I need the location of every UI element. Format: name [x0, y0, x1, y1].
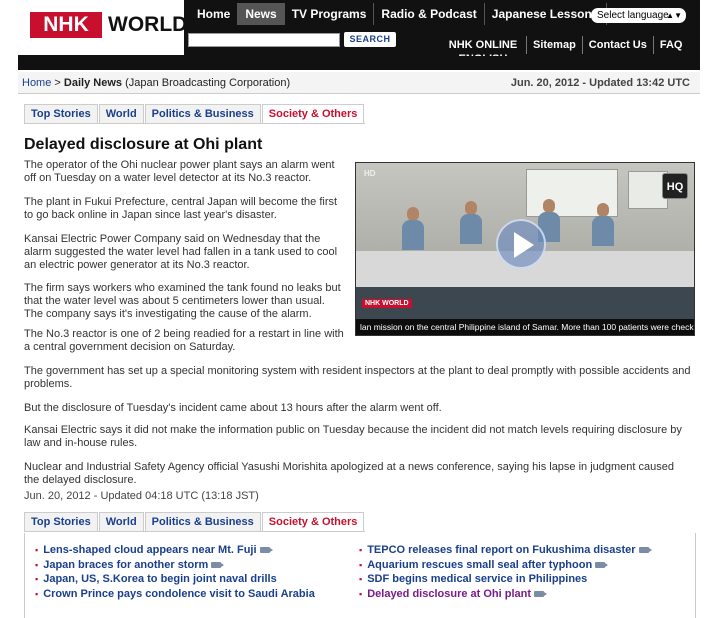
page-updated-date: Jun. 20, 2012 - Updated 13:42 UTC: [510, 77, 690, 89]
nav-radio-podcast[interactable]: Radio & Podcast: [374, 3, 485, 25]
tab-politics-business[interactable]: Politics & Business: [144, 104, 261, 123]
bullet-icon: ▪: [359, 574, 363, 584]
related-news-list-left: ▪ Lens-shaped cloud appears near Mt. Fuji…: [35, 543, 315, 601]
article-paragraph: The operator of the Ohi nuclear power pl…: [24, 159, 335, 184]
logo-world-text: WORLD: [108, 13, 188, 36]
play-button[interactable]: [496, 219, 546, 269]
news-list-item[interactable]: ▪ SDF begins medical service in Philippin…: [359, 572, 649, 587]
breadcrumb-daily-news[interactable]: Daily News: [64, 77, 122, 89]
bullet-icon: ▪: [359, 545, 363, 555]
article-date: Jun. 20, 2012 - Updated 04:18 UTC (13:18…: [24, 490, 259, 502]
article-title: Delayed disclosure at Ohi plant: [24, 136, 263, 153]
news-link[interactable]: Japan, US, S.Korea to begin joint naval …: [43, 572, 277, 587]
related-news-panel: ▪ Lens-shaped cloud appears near Mt. Fuji…: [24, 533, 696, 618]
video-camera-icon: [638, 547, 652, 554]
tab-top-stories[interactable]: Top Stories: [24, 512, 98, 531]
top-navigation: Home News TV Programs Radio & Podcast Ja…: [190, 3, 607, 25]
language-select-value: Select language: [597, 10, 669, 21]
breadcrumb-bar: Home > Daily News (Japan Broadcasting Co…: [18, 72, 700, 94]
news-list-item[interactable]: ▪ Japan, US, S.Korea to begin joint naval…: [35, 572, 315, 587]
nav-home[interactable]: Home: [190, 3, 239, 25]
news-link[interactable]: TEPCO releases final report on Fukushima…: [367, 543, 635, 558]
search-button[interactable]: SEARCH: [344, 32, 396, 47]
tab-world[interactable]: World: [98, 512, 144, 531]
tab-politics-business[interactable]: Politics & Business: [144, 512, 261, 531]
breadcrumb: Home > Daily News (Japan Broadcasting Co…: [22, 72, 290, 94]
video-player[interactable]: HD HQ NHK WORLD lan mission on the centr…: [355, 162, 695, 336]
news-list-item[interactable]: ▪ Japan braces for another storm: [35, 558, 315, 573]
hq-toggle-button[interactable]: HQ: [662, 173, 688, 199]
news-list-item[interactable]: ▪ TEPCO releases final report on Fukushim…: [359, 543, 652, 558]
nav-news[interactable]: News: [238, 3, 285, 25]
article-paragraph: Nuclear and Industrial Safety Agency off…: [24, 461, 674, 486]
nav-tv-programs[interactable]: TV Programs: [285, 3, 375, 25]
tab-top-stories[interactable]: Top Stories: [24, 104, 98, 123]
chevron-updown-icon: ▲▼: [666, 11, 682, 20]
news-link[interactable]: SDF begins medical service in Philippine…: [367, 572, 587, 587]
news-list-item[interactable]: ▪ Aquarium rescues small seal after typho…: [359, 558, 649, 573]
category-tabs-bottom: Top Stories World Politics & Business So…: [24, 512, 366, 532]
nhk-world-logo[interactable]: NHK WORLD: [18, 0, 188, 55]
nav-faq[interactable]: FAQ: [652, 36, 689, 54]
play-icon: [514, 232, 534, 258]
search-input[interactable]: [188, 33, 340, 47]
tab-society-others[interactable]: Society & Others: [261, 104, 365, 123]
article-paragraph: The government has set up a special moni…: [24, 365, 691, 390]
logo-nhk-mark: NHK: [30, 12, 102, 38]
news-link[interactable]: Delayed disclosure at Ohi plant: [367, 587, 531, 602]
article-paragraph: Kansai Electric says it did not make the…: [24, 424, 682, 449]
bullet-icon: ▪: [359, 588, 363, 599]
nav-contact-us[interactable]: Contact Us: [581, 36, 653, 54]
article-paragraph: The No.3 reactor is one of 2 being readi…: [24, 328, 344, 353]
bullet-icon: ▪: [35, 574, 39, 584]
news-link[interactable]: Crown Prince pays condolence visit to Sa…: [43, 587, 315, 602]
nav-sitemap[interactable]: Sitemap: [526, 36, 582, 54]
video-frame-person: [592, 203, 614, 247]
video-ticker: lan mission on the central Philippine is…: [356, 319, 694, 335]
video-camera-icon: [259, 547, 273, 554]
article-paragraph: The firm says workers who examined the t…: [24, 282, 341, 320]
news-link[interactable]: Lens-shaped cloud appears near Mt. Fuji: [43, 543, 256, 558]
article-paragraph: The plant in Fukui Prefecture, central J…: [24, 196, 338, 221]
tab-society-others[interactable]: Society & Others: [261, 512, 365, 531]
video-camera-icon: [595, 561, 609, 568]
news-list-item[interactable]: ▪ Delayed disclosure at Ohi plant: [359, 587, 649, 602]
article-paragraph: But the disclosure of Tuesday's incident…: [24, 402, 442, 414]
video-frame-person: [460, 201, 482, 245]
breadcrumb-org: (Japan Broadcasting Corporation): [125, 77, 291, 89]
news-link[interactable]: Aquarium rescues small seal after typhoo…: [367, 558, 592, 573]
breadcrumb-home[interactable]: Home: [22, 77, 51, 89]
video-nhk-badge: NHK WORLD: [362, 299, 412, 308]
sub-navigation: Sitemap Contact Us FAQ: [526, 36, 688, 54]
bullet-icon: ▪: [359, 559, 363, 570]
news-link[interactable]: Japan braces for another storm: [43, 558, 208, 573]
bullet-icon: ▪: [35, 545, 39, 555]
language-select[interactable]: Select language ▲▼: [591, 8, 686, 23]
article-paragraph: Kansai Electric Power Company said on We…: [24, 233, 338, 271]
video-camera-icon: [534, 590, 548, 597]
video-camera-icon: [211, 561, 225, 568]
news-list-item[interactable]: ▪ Crown Prince pays condolence visit to S…: [35, 587, 315, 602]
logo-stripe: [18, 55, 186, 70]
bullet-icon: ▪: [35, 588, 39, 599]
site-header: NHK WORLD Home News TV Programs Radio & …: [18, 0, 700, 70]
nav-japanese-lessons[interactable]: Japanese Lessons: [485, 3, 607, 25]
breadcrumb-separator: >: [54, 77, 61, 89]
category-tabs-top: Top Stories World Politics & Business So…: [24, 104, 366, 124]
nhk-online-english-link[interactable]: NHK ONLINE ENGLISH: [446, 38, 520, 56]
video-hd-tag: HD: [364, 169, 376, 178]
related-news-list-right: ▪ TEPCO releases final report on Fukushim…: [359, 543, 652, 602]
tab-world[interactable]: World: [98, 104, 144, 123]
news-list-item[interactable]: ▪ Lens-shaped cloud appears near Mt. Fuji: [35, 543, 315, 558]
bullet-icon: ▪: [35, 559, 39, 570]
video-frame-person: [402, 207, 424, 251]
